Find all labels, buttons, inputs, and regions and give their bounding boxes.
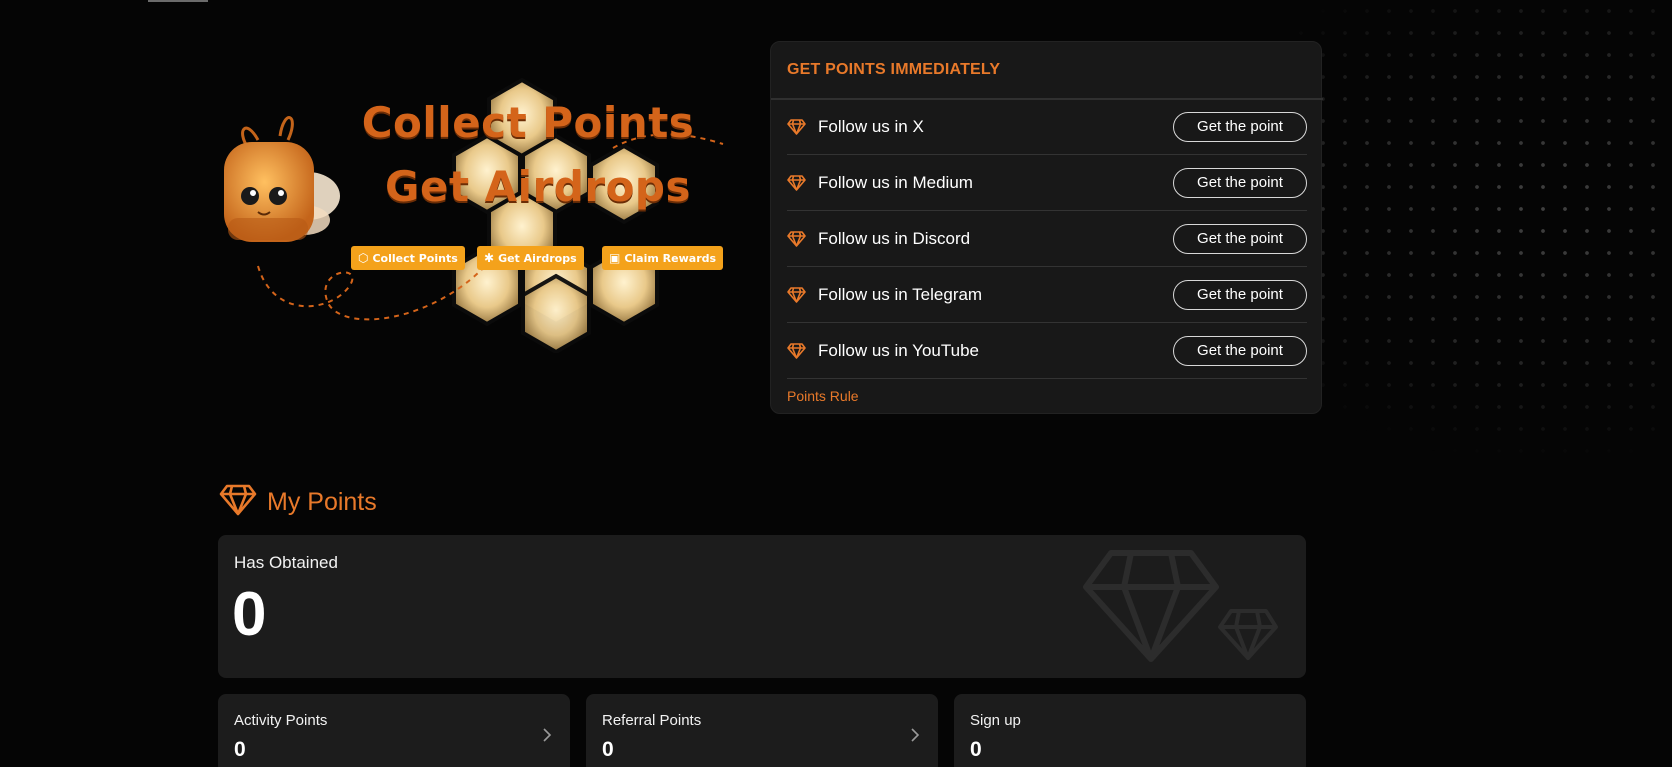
panel-title: GET POINTS IMMEDIATELY — [787, 61, 1001, 78]
chip-collect-points: ⬡ Collect Points — [351, 246, 465, 270]
get-point-button-x[interactable]: Get the point — [1173, 111, 1307, 142]
card-label: Sign up — [970, 712, 1021, 729]
chevron-right-icon — [911, 728, 920, 742]
hexagon-icon: ⬡ — [358, 251, 369, 265]
chip-claim-rewards: ▣ Claim Rewards — [602, 246, 724, 270]
card-value: 0 — [602, 738, 614, 761]
sign-up-card: Sign up 0 — [954, 694, 1306, 767]
has-obtained-label: Has Obtained — [234, 553, 338, 572]
task-label: Follow us in X — [818, 116, 924, 136]
task-row-x: Follow us in X Get the point — [787, 99, 1307, 155]
bee-icon: ✱ — [484, 251, 495, 265]
task-label: Follow us in YouTube — [818, 340, 979, 360]
task-row-medium: Follow us in Medium Get the point — [787, 155, 1307, 211]
chevron-right-icon — [543, 728, 552, 742]
get-point-button-medium[interactable]: Get the point — [1173, 167, 1307, 198]
diamond-icon — [787, 230, 807, 248]
task-row-youtube: Follow us in YouTube Get the point — [787, 323, 1307, 379]
diamond-decoration-icon — [1083, 550, 1278, 662]
my-points-title: My Points — [267, 488, 377, 516]
task-row-telegram: Follow us in Telegram Get the point — [787, 267, 1307, 323]
diamond-icon — [219, 484, 257, 521]
chip-label: Get Airdrops — [498, 251, 577, 265]
promo-banner: Collect Points Get Airdrops ⬡ Collect Po… — [218, 78, 728, 353]
card-label: Referral Points — [602, 712, 702, 729]
diamond-icon — [787, 286, 807, 304]
banner-title-line1: Collect Points — [361, 98, 695, 147]
points-rule-link[interactable]: Points Rule — [787, 388, 859, 404]
has-obtained-value: 0 — [232, 580, 267, 649]
task-row-discord: Follow us in Discord Get the point — [787, 211, 1307, 267]
chip-label: Claim Rewards — [624, 251, 717, 265]
diamond-icon — [787, 118, 807, 136]
my-points-header: My Points — [219, 484, 377, 521]
get-point-button-youtube[interactable]: Get the point — [1173, 335, 1307, 366]
diamond-icon — [787, 342, 807, 360]
chip-get-airdrops: ✱ Get Airdrops — [477, 246, 584, 270]
gift-icon: ▣ — [609, 251, 621, 265]
get-point-button-telegram[interactable]: Get the point — [1173, 279, 1307, 310]
bee-mascot-graphic — [224, 116, 340, 242]
referral-points-card[interactable]: Referral Points 0 — [586, 694, 938, 767]
card-label: Activity Points — [234, 712, 328, 729]
has-obtained-card: Has Obtained 0 — [218, 535, 1306, 678]
banner-title-line2: Get Airdrops — [385, 162, 691, 211]
diamond-icon — [787, 174, 807, 192]
task-label: Follow us in Telegram — [818, 284, 983, 304]
card-value: 0 — [234, 738, 246, 761]
chip-label: Collect Points — [372, 251, 458, 265]
header-remnant — [148, 0, 208, 2]
get-points-panel: GET POINTS IMMEDIATELY Follow us in X Ge… — [770, 41, 1323, 414]
get-point-button-discord[interactable]: Get the point — [1173, 223, 1307, 254]
task-label: Follow us in Medium — [818, 172, 973, 192]
card-value: 0 — [970, 738, 982, 761]
task-label: Follow us in Discord — [818, 228, 971, 248]
activity-points-card[interactable]: Activity Points 0 — [218, 694, 570, 767]
